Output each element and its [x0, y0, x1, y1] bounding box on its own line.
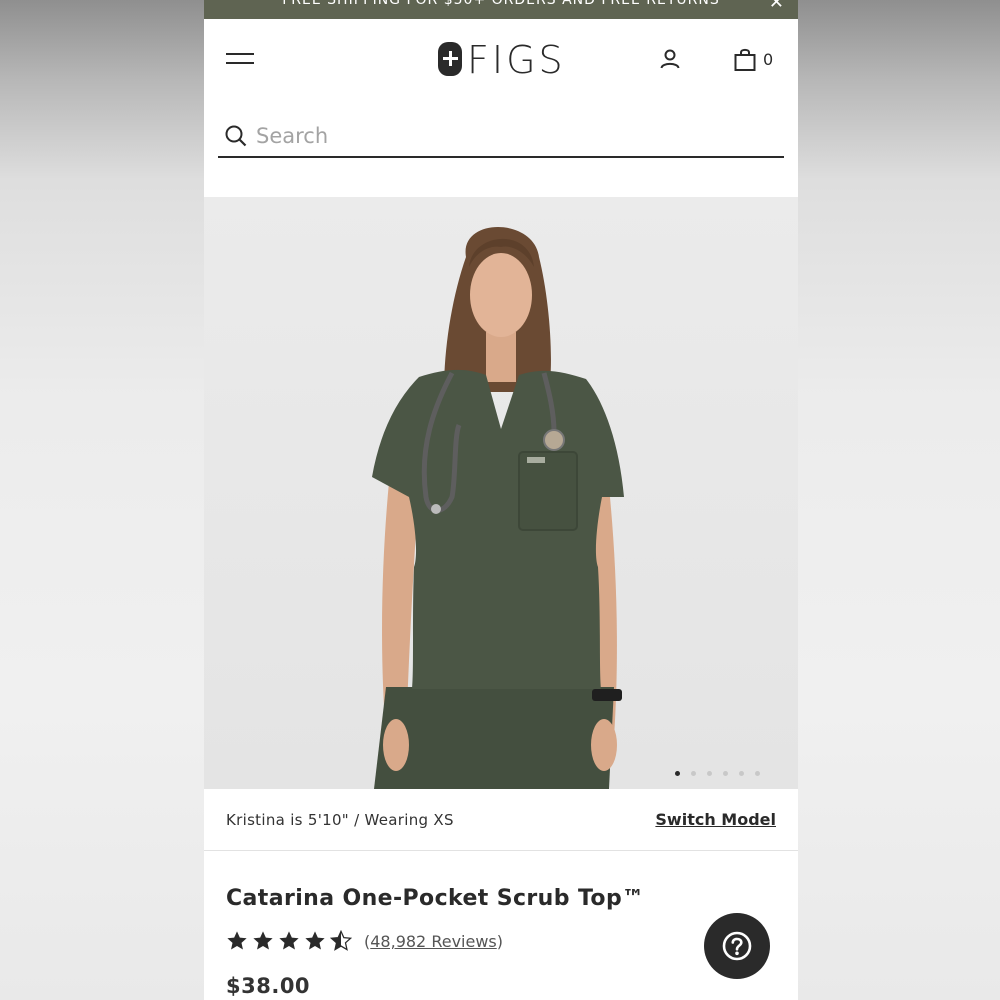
star-rating[interactable] [226, 930, 356, 954]
gallery-dot[interactable] [723, 771, 728, 776]
figs-logo[interactable]: FIGS [438, 38, 568, 82]
reviews-count[interactable]: 48,982 Reviews [370, 932, 497, 951]
search-icon [225, 125, 247, 147]
product-photo [204, 197, 798, 789]
switch-model-link[interactable]: Switch Model [655, 810, 776, 829]
promo-banner: FREE SHIPPING FOR $50+ ORDERS AND FREE R… [204, 0, 798, 19]
star-full-icon [279, 931, 299, 950]
question-icon [722, 931, 752, 961]
product-title: Catarina One-Pocket Scrub Top™ [226, 886, 645, 911]
hamburger-menu-icon[interactable] [226, 50, 256, 70]
user-icon[interactable] [658, 47, 682, 71]
product-price: $38.00 [226, 974, 311, 998]
reviews-close-paren: ) [496, 932, 503, 951]
reviews-link[interactable]: (48,982 Reviews) [364, 932, 503, 951]
shopping-bag-icon[interactable] [733, 47, 757, 73]
star-full-icon [227, 931, 247, 950]
logo-text: FIGS [467, 38, 566, 82]
promo-text: FREE SHIPPING FOR $50+ ORDERS AND FREE R… [282, 0, 720, 8]
star-half-icon [330, 930, 352, 951]
model-size-text: Kristina is 5'10" / Wearing XS [226, 811, 454, 829]
model-info-bar: Kristina is 5'10" / Wearing XS Switch Mo… [204, 789, 798, 851]
gallery-dot[interactable] [675, 771, 680, 776]
star-full-icon [305, 931, 325, 950]
bag-count: 0 [763, 50, 774, 69]
help-button[interactable] [704, 913, 770, 979]
search-input[interactable] [256, 120, 756, 152]
mobile-page: FREE SHIPPING FOR $50+ ORDERS AND FREE R… [204, 0, 798, 1000]
search-bar[interactable] [218, 118, 784, 158]
gallery-dot[interactable] [707, 771, 712, 776]
gallery-dot[interactable] [739, 771, 744, 776]
gallery-dot[interactable] [755, 771, 760, 776]
close-icon[interactable]: ✕ [769, 0, 784, 12]
product-image-gallery[interactable] [204, 197, 798, 789]
plus-logo-icon [438, 42, 462, 76]
gallery-dot[interactable] [691, 771, 696, 776]
star-full-icon [253, 931, 273, 950]
